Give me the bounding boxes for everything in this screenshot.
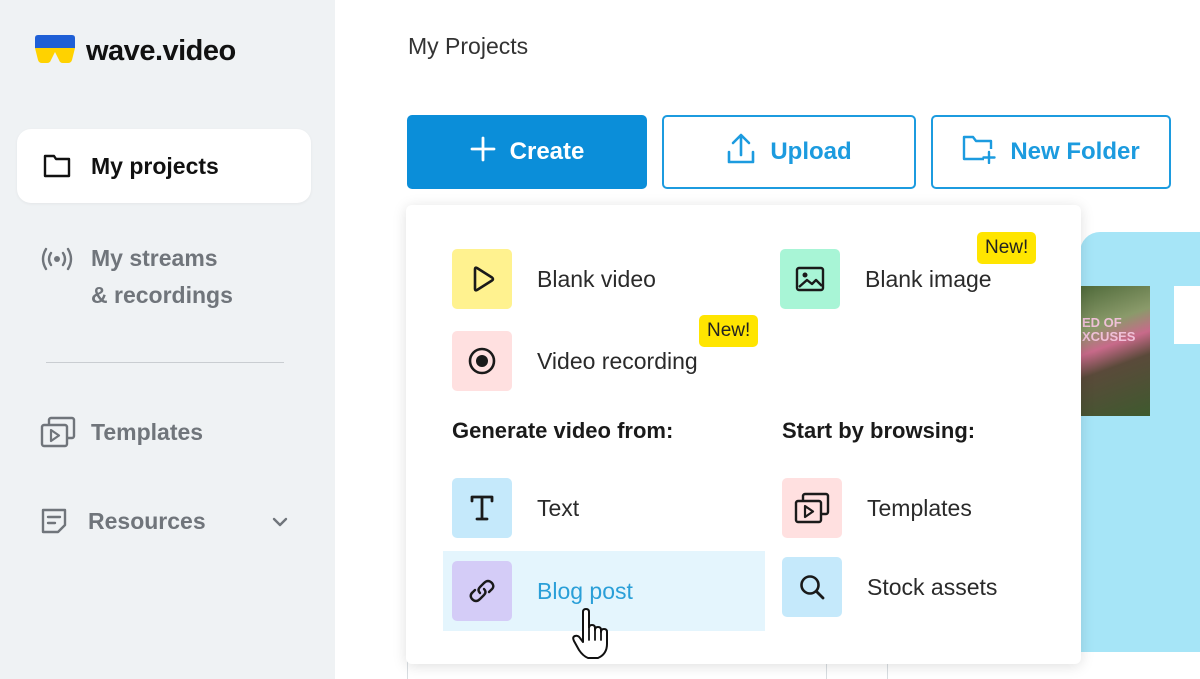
plus-icon (470, 136, 496, 169)
project-thumbnail-placeholder (1174, 286, 1200, 344)
menu-item-label: Text (537, 494, 580, 521)
record-icon (452, 331, 512, 391)
sidebar-item-streams[interactable]: My streams & recordings (40, 240, 233, 314)
sidebar-item-resources[interactable]: Resources (40, 503, 290, 540)
menu-item-blank-image[interactable]: Blank image (780, 249, 992, 309)
menu-item-label: Blog post (537, 577, 633, 604)
search-icon (782, 557, 842, 617)
broadcast-icon (40, 246, 91, 277)
sidebar-item-templates[interactable]: Templates (40, 414, 203, 453)
logo-text: wave.video (86, 35, 236, 67)
sidebar-item-label: My projects (91, 152, 219, 179)
sidebar: wave.video My projects My streams & reco… (0, 0, 335, 679)
sidebar-item-label: Templates (91, 419, 204, 445)
chevron-down-icon[interactable] (272, 515, 288, 533)
menu-item-label: Blank video (537, 265, 656, 292)
menu-item-label: Templates (867, 494, 972, 521)
menu-item-label: Video recording (537, 347, 698, 374)
menu-item-templates[interactable]: Templates (782, 478, 972, 538)
project-thumbnail[interactable]: ED OF XCUSES (1080, 286, 1150, 416)
link-icon (452, 561, 512, 621)
create-button[interactable]: Create (407, 115, 647, 189)
sidebar-divider (46, 362, 284, 363)
menu-item-stock-assets[interactable]: Stock assets (782, 557, 997, 617)
new-folder-button[interactable]: New Folder (931, 115, 1171, 189)
folder-icon (43, 153, 71, 184)
upload-button-label: Upload (770, 138, 852, 165)
sidebar-item-label: My streams (91, 245, 218, 271)
templates-icon (40, 416, 91, 453)
new-badge: New! (699, 315, 759, 347)
section-heading-browse: Start by browsing: (782, 418, 976, 443)
upload-icon (726, 133, 756, 172)
text-icon (452, 478, 512, 538)
page-title: My Projects (408, 33, 529, 59)
create-button-label: Create (509, 138, 585, 165)
create-dropdown-menu: Blank video Blank image New! Video recor… (406, 205, 1081, 664)
sidebar-item-my-projects[interactable]: My projects (17, 129, 311, 203)
thumbnail-text: ED OF XCUSES (1082, 315, 1136, 344)
image-icon (780, 249, 840, 309)
menu-item-blank-video[interactable]: Blank video (452, 249, 656, 309)
new-folder-button-label: New Folder (1010, 138, 1140, 165)
logo[interactable]: wave.video (34, 34, 236, 69)
menu-item-video-recording[interactable]: Video recording (452, 331, 698, 391)
folder-plus-icon (962, 134, 997, 171)
section-heading-generate: Generate video from: (452, 418, 674, 443)
new-badge: New! (977, 232, 1037, 264)
menu-item-label: Stock assets (867, 573, 998, 600)
hand-cursor-icon (572, 608, 610, 665)
menu-item-text[interactable]: Text (452, 478, 579, 538)
upload-button[interactable]: Upload (662, 115, 916, 189)
play-icon (452, 249, 512, 309)
wave-logo-icon (34, 34, 76, 69)
menu-item-label: Blank image (865, 265, 992, 292)
templates-icon (782, 478, 842, 538)
sidebar-item-label: Resources (88, 508, 206, 534)
document-icon (40, 507, 88, 540)
sidebar-item-label: & recordings (91, 282, 233, 308)
